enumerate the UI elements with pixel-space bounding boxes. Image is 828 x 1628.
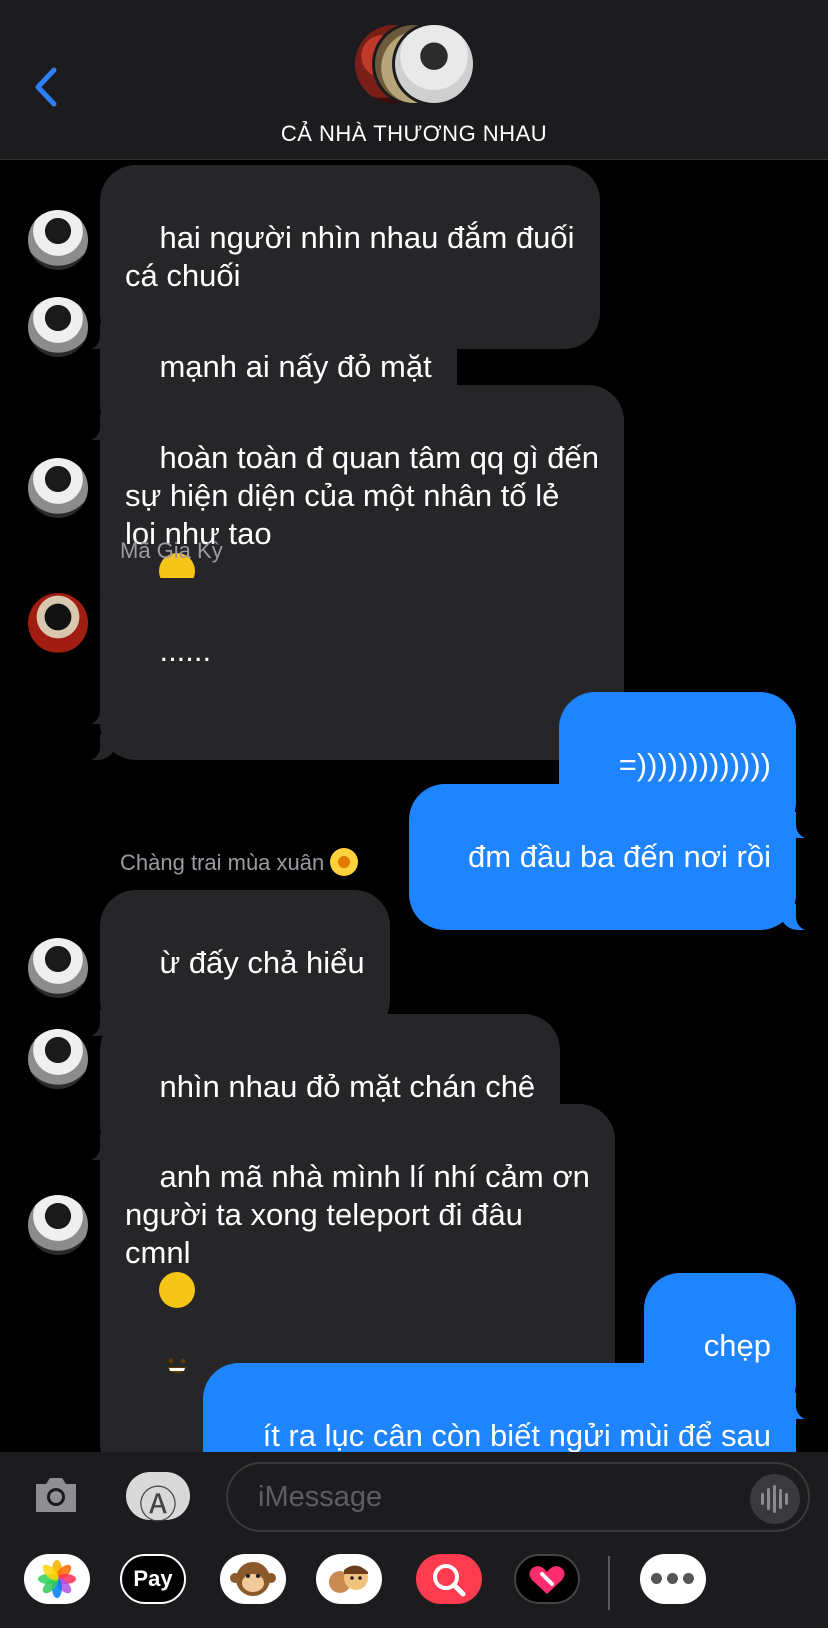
sender-name-text: Chàng trai mùa xuân (120, 850, 325, 875)
sender-avatar[interactable] (28, 297, 88, 357)
chat-header: CẢ NHÀ THƯƠNG NHAU (0, 0, 828, 160)
image-search-button[interactable] (416, 1554, 482, 1604)
back-button[interactable] (30, 62, 70, 112)
sender-avatar[interactable] (28, 938, 88, 998)
apple-pay-icon: Pay (133, 1566, 173, 1591)
camera-button[interactable] (32, 1474, 80, 1516)
message-text: chẹp (703, 1328, 771, 1363)
group-avatar-stack[interactable] (352, 22, 478, 108)
message-text: mạnh ai nấy đỏ mặt (159, 349, 432, 384)
incoming-message[interactable]: ...... (75, 578, 237, 725)
memoji-stickers-button[interactable] (316, 1554, 382, 1604)
message-text: ít ra lục cân còn biết ngửi mùi để sau n… (262, 1418, 771, 1452)
app-store-icon: Ⓐ (138, 1483, 177, 1527)
message-list[interactable]: hai người nhìn nhau đắm đuối cá chuối mạ… (0, 160, 828, 1452)
drawer-divider (608, 1556, 610, 1610)
monkey-memoji-icon (230, 1562, 276, 1596)
message-text: hai người nhìn nhau đắm đuối cá chuối (125, 220, 575, 293)
sender-avatar[interactable] (28, 1029, 88, 1089)
sender-avatar[interactable] (28, 210, 88, 270)
message-text: =))))))))))))) (618, 747, 771, 782)
sender-name: Chàng trai mùa xuân (120, 848, 359, 876)
message-composer: Ⓐ (0, 1452, 828, 1540)
message-text: hoàn toàn đ quan tâm qq gì đến sự hiện d… (125, 440, 599, 551)
camera-icon (36, 1478, 76, 1512)
message-text: ...... (159, 633, 212, 668)
message-text: đm đầu ba đến nơi rồi (468, 839, 771, 874)
app-drawer: Pay (0, 1540, 828, 1628)
message-text: nhìn nhau đỏ mặt chán chê (159, 1069, 536, 1104)
digital-touch-icon (529, 1566, 565, 1594)
sender-name: Mã Gia Kỳ (120, 538, 223, 563)
image-search-icon (433, 1564, 466, 1597)
outgoing-message[interactable]: ít ra lục cân còn biết ngửi mùi để sau n… (203, 1363, 796, 1452)
digital-touch-button[interactable] (514, 1554, 580, 1604)
message-input[interactable] (226, 1462, 810, 1532)
more-apps-button[interactable] (640, 1554, 706, 1604)
sender-avatar[interactable] (28, 1195, 88, 1255)
apple-pay-button[interactable]: Pay (120, 1554, 186, 1604)
outgoing-message[interactable]: đm đầu ba đến nơi rồi (408, 784, 821, 931)
sender-avatar[interactable] (28, 458, 88, 518)
chat-title[interactable]: CẢ NHÀ THƯƠNG NHAU (0, 121, 828, 147)
message-text: ừ đấy chả hiểu (159, 945, 365, 980)
more-icon (651, 1573, 695, 1585)
voice-message-button[interactable] (750, 1474, 800, 1524)
chevron-left-icon (35, 67, 57, 107)
grinning-face-icon (159, 1272, 196, 1374)
memoji-stickers-icon (329, 1565, 368, 1593)
member-avatar (392, 22, 476, 106)
photos-icon (38, 1560, 76, 1598)
monkey-memoji-button[interactable] (220, 1554, 286, 1604)
app-store-button[interactable]: Ⓐ (126, 1472, 190, 1527)
sunflower-icon (330, 848, 359, 876)
photos-app-button[interactable] (24, 1554, 90, 1604)
message-text: anh mã nhà mình lí nhí cảm ơn người ta x… (125, 1159, 590, 1270)
sender-avatar[interactable] (28, 593, 88, 653)
